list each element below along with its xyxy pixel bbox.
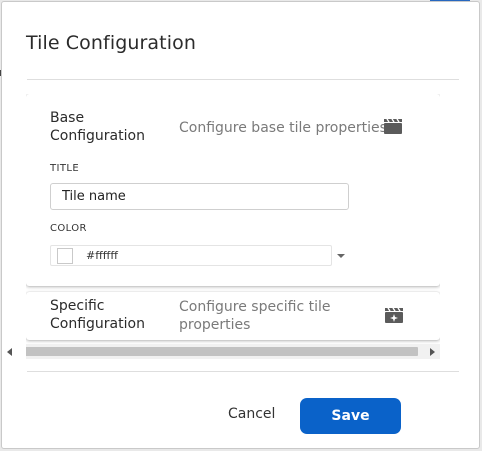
title-field-label: TITLE [50, 163, 80, 174]
save-button[interactable]: Save [300, 398, 401, 434]
footer-divider [27, 371, 459, 372]
specific-configuration-description-line1: Configure specific tile [179, 299, 331, 315]
specific-configuration-description-line2: properties [179, 317, 251, 333]
color-dropdown-chevron-down-icon[interactable] [337, 254, 345, 258]
tile-configuration-dialog: Tile Configuration Base Configuration Co… [1, 1, 480, 449]
color-picker-field[interactable]: #ffffff [50, 245, 332, 266]
color-swatch[interactable] [57, 248, 73, 264]
cancel-button[interactable]: Cancel [228, 406, 275, 422]
tile-title-input[interactable] [50, 183, 349, 210]
base-configuration-panel: Base Configuration Configure base tile p… [26, 94, 440, 286]
color-field-label: COLOR [50, 223, 87, 234]
clapperboard-icon [383, 118, 403, 139]
base-configuration-title-line1: Base [50, 110, 85, 126]
clapperboard-sparkle-icon [384, 307, 404, 328]
horizontal-scrollbar[interactable] [26, 344, 440, 359]
configuration-scroll-area[interactable]: Base Configuration Configure base tile p… [26, 94, 440, 362]
specific-configuration-panel[interactable]: Specific Configuration Configure specifi… [26, 292, 440, 340]
scrollbar-thumb[interactable] [26, 347, 418, 356]
scroll-left-arrow-icon[interactable] [7, 348, 12, 356]
specific-configuration-title-line2: Configuration [50, 316, 145, 332]
color-value: #ffffff [86, 249, 118, 262]
scroll-right-arrow-icon[interactable] [430, 348, 435, 356]
base-configuration-title-line2: Configuration [50, 128, 145, 144]
dialog-title: Tile Configuration [26, 32, 196, 54]
header-divider [27, 79, 459, 80]
base-configuration-description: Configure base tile properties [179, 120, 387, 136]
specific-configuration-title-line1: Specific [50, 298, 105, 314]
